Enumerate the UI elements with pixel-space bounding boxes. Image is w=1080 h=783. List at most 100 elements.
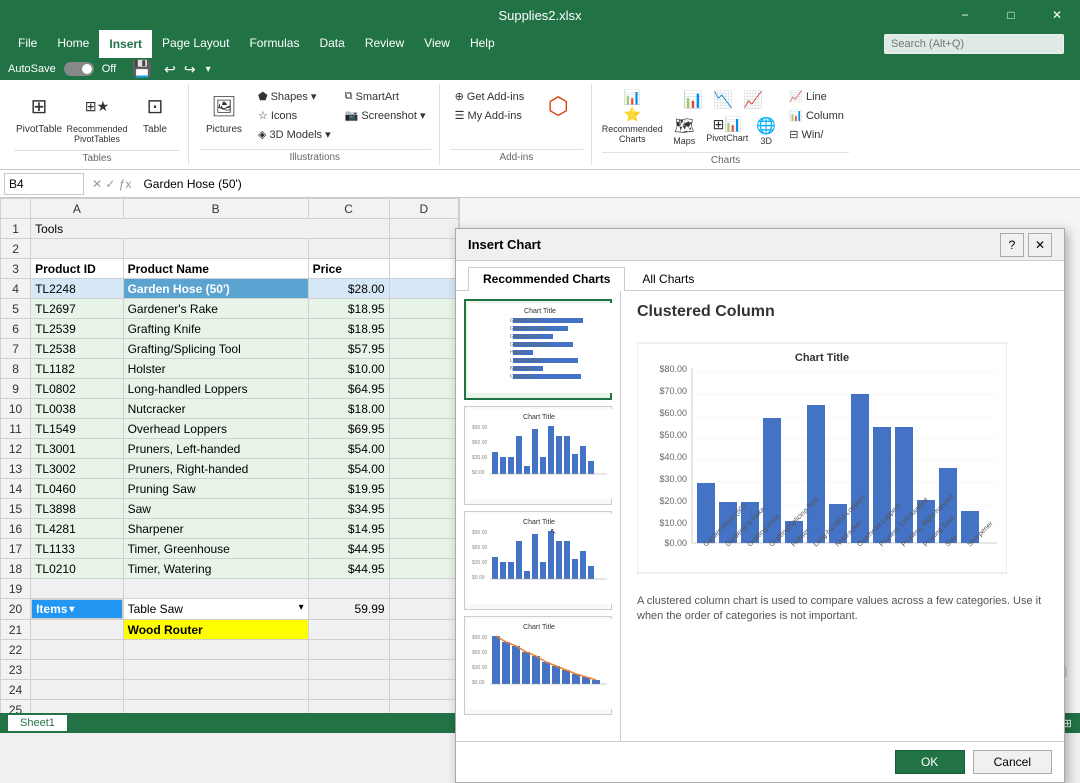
maps-button[interactable]: 🗺 Maps <box>666 114 702 148</box>
row-11-name[interactable]: Overhead Loppers <box>123 419 308 439</box>
smartart-button[interactable]: ⧉ SmartArt <box>340 88 431 105</box>
row-18-id[interactable]: TL0210 <box>31 559 124 579</box>
row-8-name[interactable]: Holster <box>123 359 308 379</box>
row-16-id[interactable]: TL4281 <box>31 519 124 539</box>
maximize-button[interactable]: □ <box>988 0 1034 30</box>
wood-router-cell[interactable]: Wood Router <box>123 620 308 640</box>
cancel-button[interactable]: Cancel <box>973 750 1052 774</box>
chart-thumb-bar[interactable]: Chart Title Ga <box>464 299 612 400</box>
column-chart-button[interactable]: 📊 <box>679 88 707 112</box>
row-4-price[interactable]: $28.00 <box>308 279 389 299</box>
row-17-name[interactable]: Timer, Greenhouse <box>123 539 308 559</box>
line-sparkline-button[interactable]: 📈 Line <box>784 88 849 105</box>
win-sparkline-button[interactable]: ⊟ Win/ <box>784 126 849 143</box>
row-14-id[interactable]: TL0460 <box>31 479 124 499</box>
row-18-name[interactable]: Timer, Watering <box>123 559 308 579</box>
row-14-price[interactable]: $19.95 <box>308 479 389 499</box>
row-6-name[interactable]: Grafting Knife <box>123 319 308 339</box>
redo-button[interactable]: ↪ <box>184 61 196 78</box>
row-9-name[interactable]: Long-handled Loppers <box>123 379 308 399</box>
row-13-name[interactable]: Pruners, Right-handed <box>123 459 308 479</box>
formula-input[interactable] <box>139 175 1076 193</box>
row-16-name[interactable]: Sharpener <box>123 519 308 539</box>
row-13-price[interactable]: $54.00 <box>308 459 389 479</box>
tab-formulas[interactable]: Formulas <box>239 30 309 58</box>
name-box[interactable] <box>4 173 84 195</box>
tab-all-charts[interactable]: All Charts <box>627 267 709 290</box>
ok-button[interactable]: OK <box>895 750 965 774</box>
col-a-header[interactable]: A <box>31 199 124 219</box>
tab-file[interactable]: File <box>8 30 47 58</box>
tab-home[interactable]: Home <box>47 30 99 58</box>
shapes-button[interactable]: ⬟ Shapes ▾ <box>253 88 336 105</box>
row-7-price[interactable]: $57.95 <box>308 339 389 359</box>
pivot-table-button[interactable]: ⊞ PivotTable <box>14 88 64 137</box>
row-10-price[interactable]: $18.00 <box>308 399 389 419</box>
items-filter-icon[interactable]: ▾ <box>69 604 74 615</box>
tab-data[interactable]: Data <box>309 30 354 58</box>
recommended-charts-button[interactable]: 📊⭐ Recommended Charts <box>602 88 662 146</box>
row-15-price[interactable]: $34.95 <box>308 499 389 519</box>
recommended-pivot-tables-button[interactable]: ⊞★ Recommended PivotTables <box>68 88 126 146</box>
table-button[interactable]: ⊡ Table <box>130 88 180 137</box>
row-11-price[interactable]: $69.95 <box>308 419 389 439</box>
row-17-price[interactable]: $44.95 <box>308 539 389 559</box>
office-icon-button[interactable]: ⬡ <box>533 88 583 126</box>
sheet-tab[interactable]: Sheet1 <box>8 715 67 731</box>
row-13-id[interactable]: TL3002 <box>31 459 124 479</box>
row-12-name[interactable]: Pruners, Left-handed <box>123 439 308 459</box>
chart-thumb-pareto[interactable]: Chart Title $90.00 $60.00 $30.00 $0.00 <box>464 616 612 715</box>
pivotchart-button[interactable]: ⊞📊 PivotChart <box>704 114 750 148</box>
row-11-id[interactable]: TL1549 <box>31 419 124 439</box>
tab-review[interactable]: Review <box>355 30 414 58</box>
line-chart-button[interactable]: 📈 <box>739 88 767 112</box>
tab-recommended-charts[interactable]: Recommended Charts <box>468 267 625 291</box>
pictures-button[interactable]: 🖼 Pictures <box>199 88 249 137</box>
row-12-price[interactable]: $54.00 <box>308 439 389 459</box>
row-5-price[interactable]: $18.95 <box>308 299 389 319</box>
3d-map-button[interactable]: 🌐 3D <box>752 114 780 148</box>
row-5-name[interactable]: Gardener's Rake <box>123 299 308 319</box>
row-7-id[interactable]: TL2538 <box>31 339 124 359</box>
row-4-name[interactable]: Garden Hose (50') <box>123 279 308 299</box>
close-button[interactable]: ✕ <box>1034 0 1080 30</box>
row-15-id[interactable]: TL3898 <box>31 499 124 519</box>
icons-button[interactable]: ☆ Icons <box>253 107 336 124</box>
col-c-header[interactable]: C <box>308 199 389 219</box>
tab-view[interactable]: View <box>414 30 460 58</box>
col-b-header[interactable]: B <box>123 199 308 219</box>
3d-models-button[interactable]: ◈ 3D Models ▾ <box>253 126 336 143</box>
undo-button[interactable]: ↩ <box>164 61 176 78</box>
col-d-header[interactable]: D <box>389 199 458 219</box>
row-5-id[interactable]: TL2697 <box>31 299 124 319</box>
get-addins-button[interactable]: ⊕ Get Add-ins <box>450 88 530 105</box>
column-sparkline-button[interactable]: 📊 Column <box>784 107 849 124</box>
items-price-cell[interactable]: 59.99 <box>308 599 389 620</box>
screenshot-button[interactable]: 📷 Screenshot ▾ <box>340 107 431 124</box>
row-9-id[interactable]: TL0802 <box>31 379 124 399</box>
row-6-id[interactable]: TL2539 <box>31 319 124 339</box>
bar-chart-button[interactable]: 📉 <box>709 88 737 112</box>
row-15-name[interactable]: Saw <box>123 499 308 519</box>
tab-help[interactable]: Help <box>460 30 505 58</box>
tab-page-layout[interactable]: Page Layout <box>152 30 239 58</box>
row-12-id[interactable]: TL3001 <box>31 439 124 459</box>
row-7-name[interactable]: Grafting/Splicing Tool <box>123 339 308 359</box>
row-18-price[interactable]: $44.95 <box>308 559 389 579</box>
save-button[interactable]: 💾 <box>132 59 152 79</box>
tab-insert[interactable]: Insert <box>99 30 152 58</box>
row-17-id[interactable]: TL1133 <box>31 539 124 559</box>
minimize-button[interactable]: − <box>942 0 988 30</box>
row-14-name[interactable]: Pruning Saw <box>123 479 308 499</box>
row-6-price[interactable]: $18.95 <box>308 319 389 339</box>
items-value-filter-icon[interactable]: ▾ <box>299 602 304 613</box>
row-9-price[interactable]: $64.95 <box>308 379 389 399</box>
dialog-help-button[interactable]: ? <box>1000 233 1024 257</box>
items-cell[interactable]: Items ▾ <box>31 599 123 619</box>
search-input[interactable] <box>884 34 1064 54</box>
row-16-price[interactable]: $14.95 <box>308 519 389 539</box>
quick-access-dropdown[interactable]: ▾ <box>206 64 211 75</box>
row-8-id[interactable]: TL1182 <box>31 359 124 379</box>
dialog-close-button[interactable]: ✕ <box>1028 233 1052 257</box>
row-10-id[interactable]: TL0038 <box>31 399 124 419</box>
